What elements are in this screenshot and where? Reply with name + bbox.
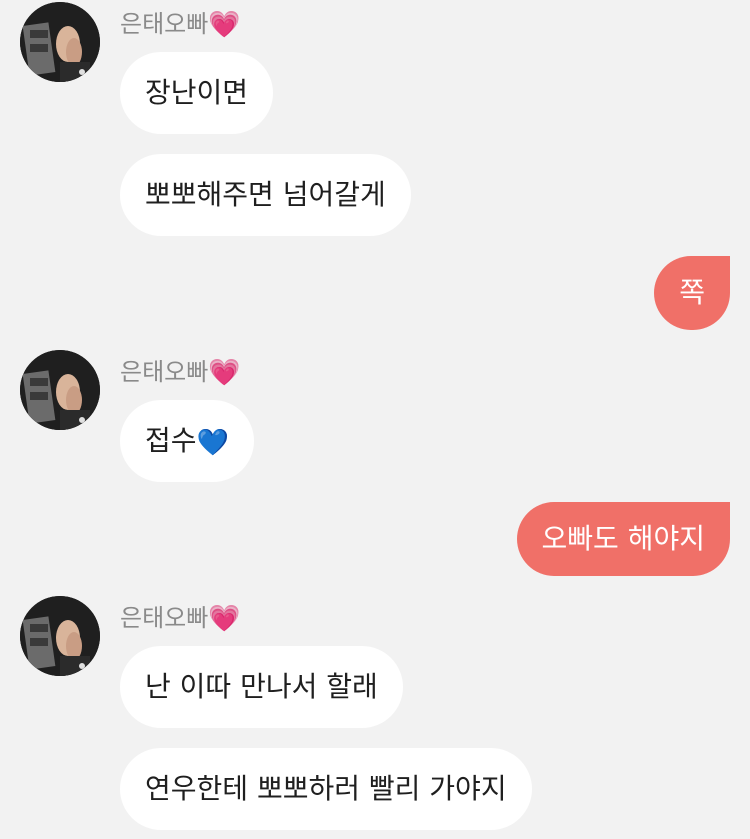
- incoming-message[interactable]: 연우한테 뽀뽀하러 빨리 가야지: [120, 748, 532, 830]
- sender-name: 은태오빠💗: [120, 358, 241, 387]
- message-text: 장난이면: [145, 76, 249, 109]
- sender-name-text: 은태오빠: [120, 10, 209, 38]
- sender-name: 은태오빠💗: [120, 604, 241, 633]
- pink-heart-icon: 💗: [208, 10, 241, 40]
- outgoing-message[interactable]: 쪽: [654, 256, 730, 330]
- incoming-message[interactable]: 장난이면: [120, 52, 274, 134]
- avatar-photo: [20, 2, 100, 82]
- avatar-photo: [20, 596, 100, 676]
- contact-avatar[interactable]: [20, 350, 100, 430]
- avatar-photo: [20, 350, 100, 430]
- outgoing-message[interactable]: 오빠도 해야지: [516, 502, 730, 576]
- message-text: 쪽: [679, 276, 705, 309]
- pink-heart-icon: 💗: [208, 358, 241, 388]
- sender-name-text: 은태오빠: [120, 358, 209, 386]
- pink-heart-icon: 💗: [208, 604, 241, 634]
- incoming-message[interactable]: 접수💙: [120, 400, 254, 482]
- message-text: 접수: [145, 424, 197, 457]
- message-text: 연우한테 뽀뽀하러 빨리 가야지: [145, 772, 507, 805]
- sender-name-text: 은태오빠: [120, 604, 209, 632]
- message-text: 오빠도 해야지: [541, 522, 705, 555]
- contact-avatar[interactable]: [20, 596, 100, 676]
- incoming-message[interactable]: 뽀뽀해주면 넘어갈게: [120, 154, 411, 236]
- message-text: 난 이따 만나서 할래: [145, 670, 378, 703]
- sender-name: 은태오빠💗: [120, 10, 241, 39]
- incoming-message[interactable]: 난 이따 만나서 할래: [120, 646, 403, 728]
- contact-avatar[interactable]: [20, 2, 100, 82]
- blue-heart-icon: 💙: [196, 428, 229, 458]
- message-text: 뽀뽀해주면 넘어갈게: [145, 178, 386, 211]
